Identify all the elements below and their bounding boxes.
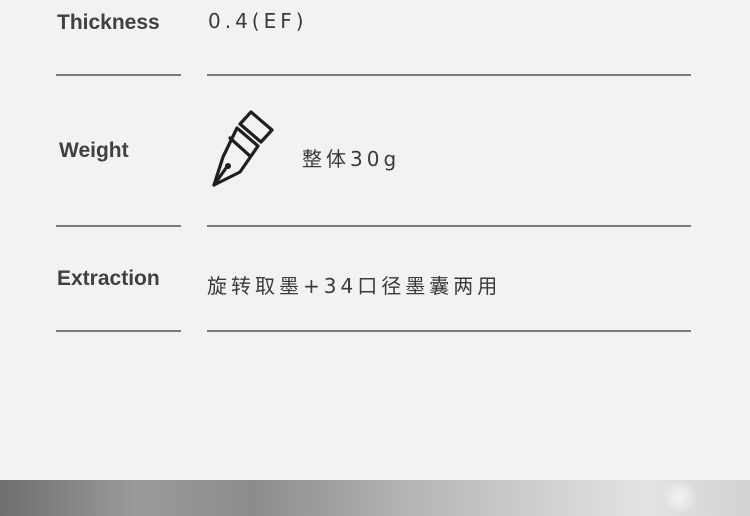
thickness-label: Thickness: [57, 11, 160, 34]
product-photo-strip: [0, 480, 750, 516]
spec-table: Thickness 0.4(EF) Weight 整体30g Extractio…: [0, 0, 750, 516]
extraction-divider-left: [56, 330, 181, 332]
weight-divider-right: [207, 225, 691, 227]
extraction-value: 旋转取墨+34口径墨囊两用: [207, 274, 502, 298]
thickness-divider-right: [207, 74, 691, 76]
extraction-divider-right: [207, 330, 691, 332]
thickness-divider-left: [56, 74, 181, 76]
weight-divider-left: [56, 225, 181, 227]
fountain-pen-nib-icon: [206, 106, 280, 190]
extraction-label: Extraction: [57, 267, 160, 290]
weight-value: 整体30g: [302, 147, 401, 171]
weight-label: Weight: [59, 139, 129, 162]
thickness-value: 0.4(EF): [208, 9, 308, 33]
